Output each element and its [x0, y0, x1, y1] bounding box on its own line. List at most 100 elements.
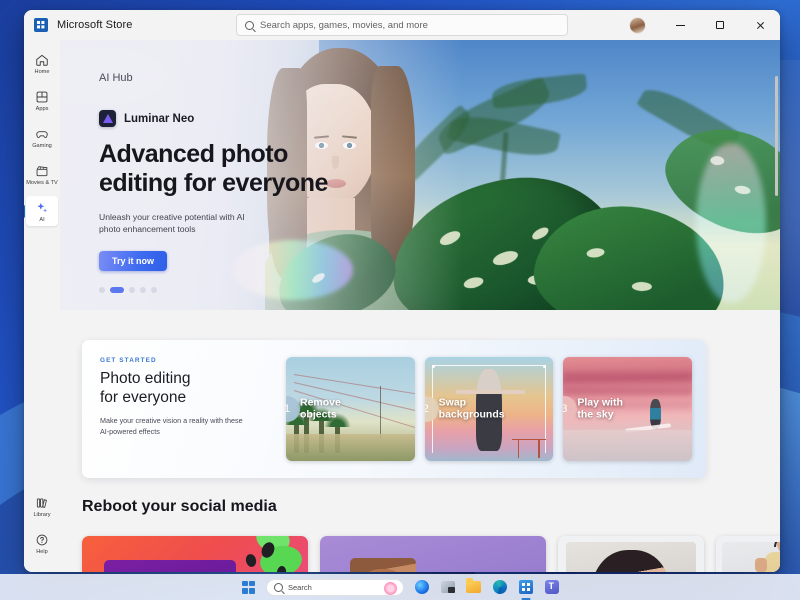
step-label-line2: the sky	[577, 408, 614, 420]
search-input[interactable]: Search apps, games, movies, and more	[236, 14, 568, 36]
purple-inner-card: NEW SEASON LOOK	[104, 560, 236, 572]
get-started-text: GET STARTED Photo editing for everyone M…	[100, 357, 278, 461]
step-label-line1: Remove	[300, 396, 341, 409]
video-call-card-right[interactable]	[716, 536, 780, 572]
help-question-icon	[36, 534, 48, 546]
person-body	[755, 542, 780, 572]
window-controls	[629, 10, 780, 40]
navigation-sidebar: Home Apps Gaming Movies & TV AI Library …	[24, 40, 60, 572]
carousel-dots	[99, 287, 399, 294]
sidebar-item-label: Apps	[35, 106, 49, 112]
carousel-dot-3[interactable]	[129, 287, 135, 294]
video-frame	[566, 542, 696, 572]
hero-subtitle: Unleash your creative potential with AI …	[99, 211, 245, 234]
hero-content: AI Hub Luminar Neo Advanced photo editin…	[99, 72, 399, 294]
step-card-swap-backgrounds[interactable]: 2 Swap backgrounds	[424, 357, 554, 461]
waving-hand	[755, 558, 767, 572]
search-placeholder: Search apps, games, movies, and more	[260, 19, 428, 31]
step-label: Swap backgrounds	[438, 396, 505, 421]
step-card-remove-objects[interactable]: 1 Remove objects	[286, 357, 415, 461]
copilot-icon	[414, 580, 429, 594]
sidebar-item-gaming[interactable]: Gaming	[26, 122, 58, 152]
home-icon	[36, 54, 48, 66]
sidebar-item-label: Home	[34, 69, 50, 75]
library-books-icon	[36, 498, 47, 508]
app-title: Microsoft Store	[57, 19, 133, 31]
hero-headline-line1: Advanced photo	[99, 140, 288, 168]
microsoft-store-icon	[34, 18, 48, 32]
prism-light-effect	[695, 142, 766, 303]
search-icon	[274, 582, 283, 592]
taskbar-search-placeholder: Search	[288, 582, 312, 592]
sidebar-item-library[interactable]: Library	[26, 491, 58, 521]
maximize-button[interactable]	[700, 10, 740, 40]
get-started-title-line2: for everyone	[100, 388, 187, 406]
hero-headline-line2: editing for everyone	[99, 168, 328, 197]
portrait-editor-card[interactable]	[320, 536, 546, 572]
brand-name: Luminar Neo	[124, 112, 195, 125]
taskbar-search-input[interactable]: Search	[266, 578, 404, 596]
store-taskbar-button[interactable]	[517, 579, 534, 596]
search-highlight-icon	[384, 581, 397, 595]
copilot-button[interactable]	[413, 579, 430, 596]
try-it-now-button[interactable]: Try it now	[99, 251, 168, 272]
luminar-neo-logo	[99, 110, 116, 127]
carousel-dot-5[interactable]	[151, 287, 157, 294]
sidebar-item-ai[interactable]: AI	[24, 196, 58, 226]
sidebar-item-help[interactable]: Help	[26, 528, 58, 565]
portrait-thumbnail	[350, 558, 416, 572]
sidebar-item-label: Gaming	[32, 143, 52, 149]
microsoft-store-icon	[518, 580, 533, 594]
sidebar-item-apps[interactable]: Apps	[26, 85, 58, 115]
windows-taskbar: Search	[0, 574, 800, 600]
new-season-look-card[interactable]: NEW SEASON LOOK	[82, 536, 308, 572]
widgets-button[interactable]	[439, 579, 456, 596]
start-button[interactable]	[240, 579, 257, 596]
step-label: Play with the sky	[577, 396, 623, 421]
sidebar-item-home[interactable]: Home	[26, 48, 58, 78]
user-avatar[interactable]	[629, 16, 646, 34]
sparkle-icon	[37, 202, 47, 213]
power-tower	[379, 386, 382, 439]
carousel-dot-2[interactable]	[110, 287, 124, 294]
golden-gate-bridge	[511, 438, 546, 458]
step-card-play-with-sky[interactable]: 3 Play with the sky	[563, 357, 693, 461]
sidebar-item-label: AI	[39, 217, 45, 223]
search-icon	[245, 20, 254, 30]
face	[358, 569, 408, 572]
video-call-card-left[interactable]	[558, 536, 704, 572]
edge-button[interactable]	[491, 579, 508, 596]
carousel-dot-4[interactable]	[140, 287, 146, 294]
step-label: Remove objects	[300, 396, 341, 421]
get-started-steps: 1 Remove objects 2 Swap backgrounds 3 Pl…	[278, 357, 693, 461]
hero-banner[interactable]: AI Hub Luminar Neo Advanced photo editin…	[60, 40, 780, 310]
sidebar-item-label: Help	[36, 549, 48, 555]
windows-logo-icon	[242, 580, 255, 594]
get-started-title-line1: Photo editing	[100, 370, 191, 387]
carousel-dot-1[interactable]	[99, 287, 105, 294]
get-started-description: Make your creative vision a reality with…	[100, 416, 243, 436]
sidebar-item-label: Movies & TV	[26, 180, 58, 186]
maximize-icon	[716, 21, 724, 29]
content-scrollbar[interactable]	[775, 76, 778, 196]
step-label-line1: Play with	[577, 396, 623, 409]
person-head	[774, 542, 780, 556]
get-started-card: GET STARTED Photo editing for everyone M…	[82, 340, 706, 478]
video-frame	[722, 542, 780, 572]
widgets-icon	[440, 581, 455, 593]
search-container: Search apps, games, movies, and more	[236, 14, 568, 36]
section-title-social: Reboot your social media	[82, 498, 277, 515]
social-cards-row: NEW SEASON LOOK	[82, 536, 780, 572]
sidebar-item-label: Library	[33, 512, 51, 518]
title-bar: Microsoft Store Search apps, games, movi…	[24, 10, 780, 40]
hero-headline: Advanced photo editing for everyone	[99, 140, 399, 198]
minimize-button[interactable]	[660, 10, 700, 40]
file-explorer-button[interactable]	[465, 578, 482, 596]
close-button[interactable]	[740, 10, 780, 40]
teams-button[interactable]	[543, 579, 560, 596]
brand-row: Luminar Neo	[99, 110, 399, 127]
microsoft-store-window: Microsoft Store Search apps, games, movi…	[24, 10, 780, 572]
step-label-line2: backgrounds	[438, 408, 505, 420]
sidebar-item-movies-tv[interactable]: Movies & TV	[26, 159, 58, 189]
close-icon	[756, 21, 765, 30]
